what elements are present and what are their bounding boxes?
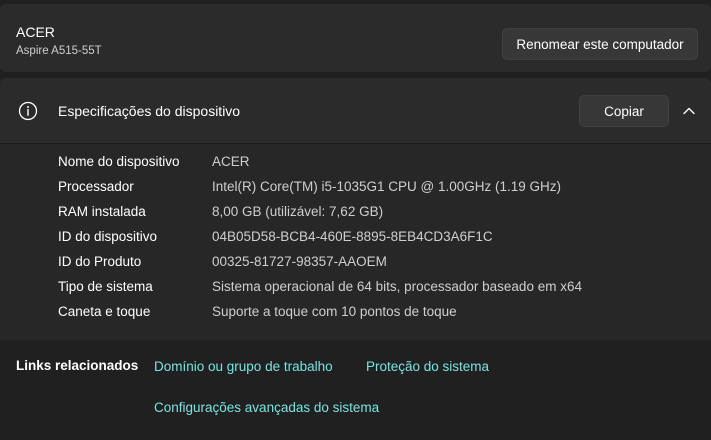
- spec-row: Caneta e toque Suporte a toque com 10 po…: [0, 302, 711, 324]
- related-links-title: Links relacionados: [16, 358, 139, 373]
- spec-label: Processador: [58, 179, 134, 194]
- spec-row: Processador Intel(R) Core(TM) i5-1035G1 …: [0, 177, 711, 199]
- spec-label: Nome do dispositivo: [58, 154, 180, 169]
- spec-row: Tipo de sistema Sistema operacional de 6…: [0, 277, 711, 299]
- spec-label: ID do dispositivo: [58, 229, 158, 244]
- device-specifications-title: Especificações do dispositivo: [58, 103, 241, 119]
- spec-label: Caneta e toque: [58, 304, 151, 319]
- info-icon: [18, 101, 38, 121]
- system-protection-link[interactable]: Proteção do sistema: [366, 359, 489, 374]
- spec-value: ACER: [212, 154, 250, 169]
- device-specifications-header[interactable]: Especificações do dispositivo Copiar: [0, 78, 711, 144]
- spec-value: 00325-81727-98357-AAOEM: [212, 254, 387, 269]
- copy-button[interactable]: Copiar: [579, 95, 669, 127]
- device-specifications-section: Especificações do dispositivo Copiar Nom…: [0, 78, 711, 340]
- device-model: Aspire A515-55T: [16, 45, 102, 57]
- device-name: ACER: [16, 24, 55, 40]
- spec-value: Sistema operacional de 64 bits, processa…: [212, 279, 582, 294]
- spec-value: Suporte a toque com 10 pontos de toque: [212, 304, 457, 319]
- related-links-section: Links relacionados Domínio ou grupo de t…: [0, 340, 711, 440]
- spec-row: Nome do dispositivo ACER: [0, 152, 711, 174]
- chevron-up-icon[interactable]: [681, 103, 697, 119]
- domain-workgroup-link[interactable]: Domínio ou grupo de trabalho: [154, 359, 333, 374]
- spec-label: ID do Produto: [58, 254, 142, 269]
- spec-row: RAM instalada 8,00 GB (utilizável: 7,62 …: [0, 202, 711, 224]
- spec-label: RAM instalada: [58, 204, 146, 219]
- advanced-system-settings-link[interactable]: Configurações avançadas do sistema: [154, 400, 379, 415]
- rename-computer-button[interactable]: Renomear este computador: [502, 28, 698, 60]
- spec-label: Tipo de sistema: [58, 279, 153, 294]
- spec-value: 04B05D58-BCB4-460E-8895-8EB4CD3A6F1C: [212, 229, 493, 244]
- spec-row: ID do dispositivo 04B05D58-BCB4-460E-889…: [0, 227, 711, 249]
- spec-row: ID do Produto 00325-81727-98357-AAOEM: [0, 252, 711, 274]
- spec-value: 8,00 GB (utilizável: 7,62 GB): [212, 204, 384, 219]
- spec-value: Intel(R) Core(TM) i5-1035G1 CPU @ 1.00GH…: [212, 179, 562, 194]
- device-name-card: ACER Aspire A515-55T Renomear este compu…: [0, 4, 711, 72]
